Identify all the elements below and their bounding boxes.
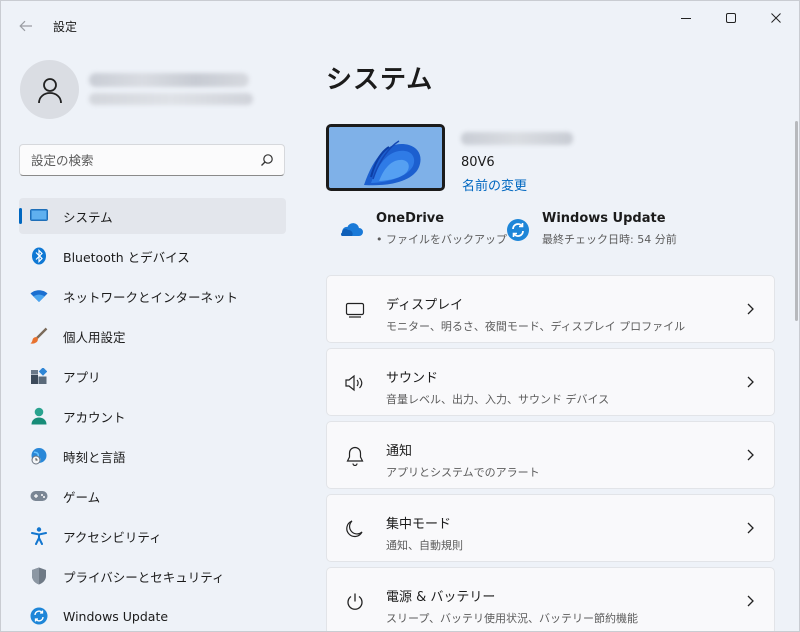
- moon-icon: [344, 518, 366, 540]
- sidebar-item-label: プライバシーとセキュリティ: [63, 569, 225, 585]
- back-button[interactable]: [13, 13, 39, 39]
- sidebar-item-label: ネットワークとインターネット: [63, 289, 239, 305]
- cloud-icon: [340, 223, 363, 236]
- search-input[interactable]: [31, 152, 251, 168]
- card-notifications[interactable]: 通知 アプリとシステムでのアラート: [326, 421, 775, 489]
- update-icon: [29, 606, 49, 626]
- sidebar-item-label: 個人用設定: [63, 329, 126, 345]
- gamepad-icon: [29, 486, 49, 506]
- profile-name-redacted: [89, 73, 249, 87]
- search-icon[interactable]: [260, 153, 274, 167]
- chevron-right-icon: [747, 595, 754, 607]
- settings-window: 設定 システム: [0, 0, 800, 632]
- onedrive-title: OneDrive: [376, 211, 445, 226]
- avatar[interactable]: [20, 60, 79, 119]
- wifi-icon: [29, 286, 49, 306]
- card-title: 通知: [386, 444, 413, 459]
- brush-icon: [29, 326, 49, 346]
- sidebar-item-label: Bluetooth とデバイス: [63, 249, 190, 265]
- page-title: システム: [326, 65, 434, 95]
- rename-link[interactable]: 名前の変更: [462, 175, 527, 194]
- app-title: 設定: [53, 20, 78, 34]
- sidebar-item-accounts[interactable]: アカウント: [19, 398, 286, 434]
- bell-icon: [344, 445, 366, 467]
- accessibility-icon: [29, 526, 49, 546]
- sidebar-item-label: Windows Update: [63, 608, 169, 624]
- globe-clock-icon: [29, 446, 49, 466]
- windows-update-status[interactable]: Windows Update 最終チェック日時: 54 分前: [506, 210, 677, 247]
- windows-update-subtitle: 最終チェック日時: 54 分前: [542, 233, 677, 246]
- speaker-icon: [344, 372, 366, 394]
- apps-icon: [29, 366, 49, 386]
- card-title: 集中モード: [386, 517, 452, 532]
- scrollbar[interactable]: [795, 121, 798, 321]
- update-icon: [507, 219, 529, 241]
- shield-icon: [29, 566, 49, 586]
- card-subtitle: アプリとシステムでのアラート: [386, 466, 540, 479]
- sidebar-nav: システム Bluetooth とデバイス ネットワークとインターネット 個人用設…: [19, 198, 286, 631]
- bluetooth-icon: [29, 246, 49, 266]
- device-thumbnail: [326, 124, 445, 191]
- card-subtitle: モニター、明るさ、夜間モード、ディスプレイ プロファイル: [386, 320, 686, 333]
- card-subtitle: 音量レベル、出力、入力、サウンド デバイス: [386, 393, 610, 406]
- sidebar-item-system[interactable]: システム: [19, 198, 286, 234]
- close-button[interactable]: [753, 1, 799, 35]
- sidebar-item-gaming[interactable]: ゲーム: [19, 478, 286, 514]
- card-display[interactable]: ディスプレイ モニター、明るさ、夜間モード、ディスプレイ プロファイル: [326, 275, 775, 343]
- sidebar-item-time-language[interactable]: 時刻と言語: [19, 438, 286, 474]
- minimize-button[interactable]: [663, 1, 709, 35]
- maximize-button[interactable]: [708, 1, 754, 35]
- back-arrow-icon: [19, 20, 32, 32]
- search-box[interactable]: [19, 144, 285, 176]
- chevron-right-icon: [747, 522, 754, 534]
- user-icon: [37, 77, 62, 103]
- sidebar-item-windows-update[interactable]: Windows Update: [19, 598, 286, 631]
- sidebar-item-accessibility[interactable]: アクセシビリティ: [19, 518, 286, 554]
- power-icon: [344, 591, 366, 613]
- card-sound[interactable]: サウンド 音量レベル、出力、入力、サウンド デバイス: [326, 348, 775, 416]
- windows-update-title: Windows Update: [542, 211, 666, 226]
- sidebar-item-privacy[interactable]: プライバシーとセキュリティ: [19, 558, 286, 594]
- chevron-right-icon: [747, 376, 754, 388]
- card-focus-assist[interactable]: 集中モード 通知、自動規則: [326, 494, 775, 562]
- card-subtitle: 通知、自動規則: [386, 539, 463, 552]
- sidebar-item-label: 時刻と言語: [63, 449, 126, 465]
- profile-email-redacted: [89, 93, 253, 105]
- onedrive-status[interactable]: OneDrive • ファイルをバックアップ: [340, 210, 507, 247]
- card-power-battery[interactable]: 電源 & バッテリー スリープ、バッテリ使用状況、バッテリー節約機能: [326, 567, 775, 631]
- card-title: ディスプレイ: [386, 298, 464, 313]
- card-title: 電源 & バッテリー: [386, 590, 496, 605]
- onedrive-subtitle: • ファイルをバックアップ: [376, 233, 507, 246]
- settings-list: ディスプレイ モニター、明るさ、夜間モード、ディスプレイ プロファイル サウンド…: [326, 275, 775, 631]
- sidebar-item-personalization[interactable]: 個人用設定: [19, 318, 286, 354]
- device-model: 80V6: [461, 155, 495, 170]
- monitor-icon: [344, 299, 366, 321]
- card-title: サウンド: [386, 371, 439, 386]
- title-bar: 設定: [1, 1, 799, 45]
- card-subtitle: スリープ、バッテリ使用状況、バッテリー節約機能: [386, 612, 639, 625]
- device-name-redacted: [461, 132, 573, 145]
- chevron-right-icon: [747, 449, 754, 461]
- close-icon: [771, 13, 781, 23]
- sidebar-item-label: システム: [63, 209, 113, 225]
- display-icon: [29, 206, 49, 226]
- sidebar-item-label: アプリ: [63, 369, 101, 385]
- sidebar-item-bluetooth[interactable]: Bluetooth とデバイス: [19, 238, 286, 274]
- minimize-icon: [681, 18, 691, 19]
- sidebar-item-label: アクセシビリティ: [63, 529, 162, 545]
- sidebar-item-label: アカウント: [63, 409, 126, 425]
- account-icon: [29, 406, 49, 426]
- windows-bloom-wallpaper-icon: [329, 127, 442, 188]
- sidebar-item-network[interactable]: ネットワークとインターネット: [19, 278, 286, 314]
- chevron-right-icon: [747, 303, 754, 315]
- sidebar-item-apps[interactable]: アプリ: [19, 358, 286, 394]
- sidebar-item-label: ゲーム: [63, 489, 101, 505]
- maximize-icon: [726, 13, 736, 23]
